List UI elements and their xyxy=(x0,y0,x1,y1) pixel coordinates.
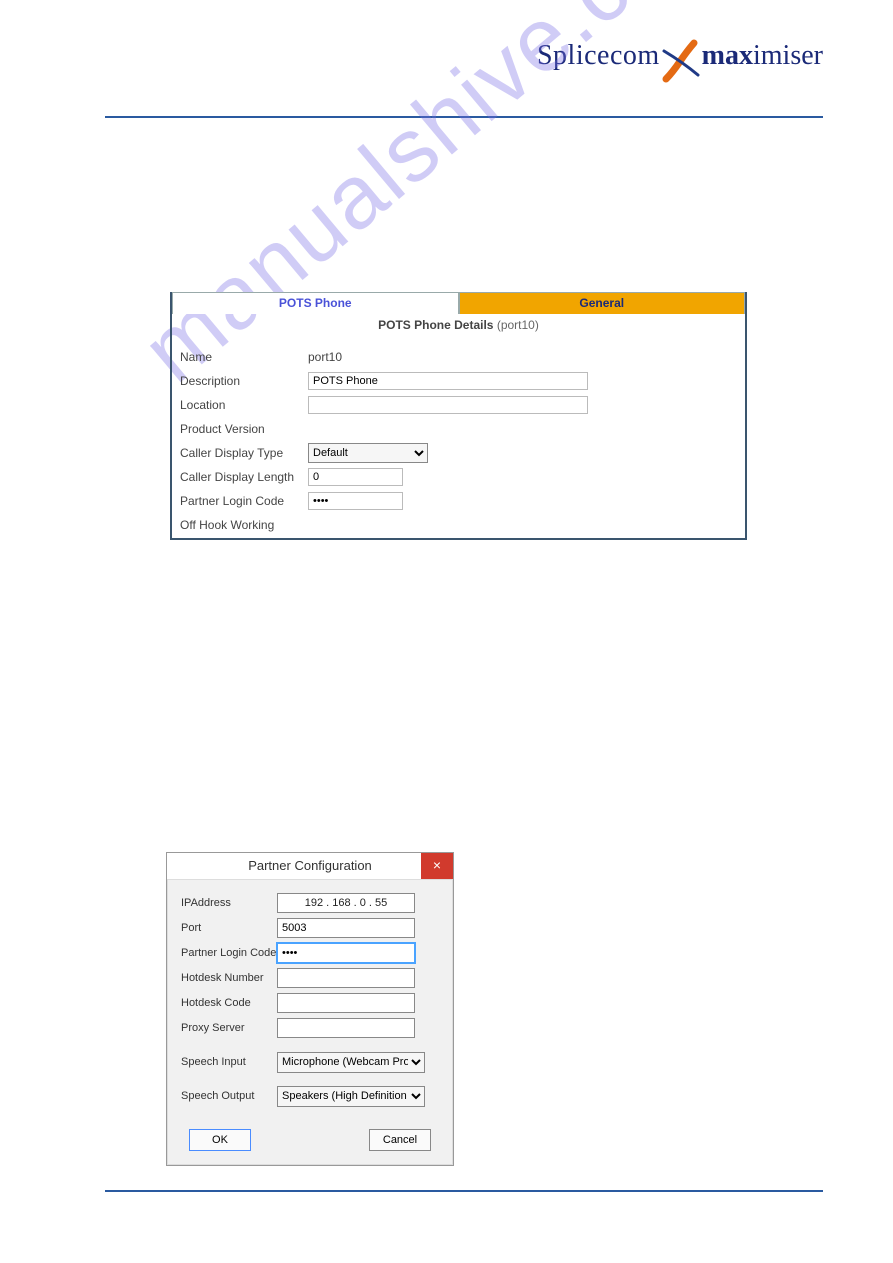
label-pc-partner-login-code: Partner Login Code xyxy=(181,947,277,959)
pots-title-main: POTS Phone Details xyxy=(378,318,493,332)
partner-login-code-input[interactable] xyxy=(308,492,403,510)
hotdesk-code-input[interactable] xyxy=(277,993,415,1013)
label-product-version: Product Version xyxy=(180,422,308,436)
label-caller-display-length: Caller Display Length xyxy=(180,470,308,484)
pots-title-suffix: (port10) xyxy=(497,318,539,332)
partner-config-title: Partner Configuration xyxy=(248,858,372,873)
partner-config-titlebar: Partner Configuration × xyxy=(167,853,453,880)
label-caller-display-type: Caller Display Type xyxy=(180,446,308,460)
brand-swoosh-icon xyxy=(662,45,700,83)
label-hotdesk-number: Hotdesk Number xyxy=(181,972,277,984)
partner-config-window: Partner Configuration × IPAddress 192 . … xyxy=(166,852,454,1166)
tab-general[interactable]: General xyxy=(459,292,746,314)
header-rule xyxy=(105,116,823,118)
ipaddress-input[interactable]: 192 . 168 . 0 . 55 xyxy=(277,893,415,913)
label-name: Name xyxy=(180,350,308,364)
label-ipaddress: IPAddress xyxy=(181,897,277,909)
brand-logo: Splicecom maximiser xyxy=(537,40,823,83)
pots-tabs: POTS Phone General xyxy=(172,292,745,314)
label-hotdesk-code: Hotdesk Code xyxy=(181,997,277,1009)
hotdesk-number-input[interactable] xyxy=(277,968,415,988)
label-speech-output: Speech Output xyxy=(181,1090,277,1102)
label-partner-login-code: Partner Login Code xyxy=(180,494,308,508)
footer-rule xyxy=(105,1190,823,1192)
pots-panel: POTS Phone General POTS Phone Details (p… xyxy=(170,292,747,540)
value-name: port10 xyxy=(308,350,342,364)
label-description: Description xyxy=(180,374,308,388)
proxy-server-input[interactable] xyxy=(277,1018,415,1038)
ok-button[interactable]: OK xyxy=(189,1129,251,1151)
caller-display-type-select[interactable]: Default xyxy=(308,443,428,463)
pc-partner-login-code-input[interactable] xyxy=(277,943,415,963)
close-icon: × xyxy=(433,857,441,873)
label-port: Port xyxy=(181,922,277,934)
page-header: Splicecom maximiser xyxy=(105,40,823,83)
speech-output-select[interactable]: Speakers (High Definition xyxy=(277,1086,425,1107)
close-button[interactable]: × xyxy=(421,853,453,879)
caller-display-length-input[interactable] xyxy=(308,468,403,486)
label-off-hook: Off Hook Working xyxy=(180,518,308,532)
brand-splice: Splicecom xyxy=(537,40,660,71)
label-location: Location xyxy=(180,398,308,412)
description-input[interactable] xyxy=(308,372,588,390)
tab-pots-phone[interactable]: POTS Phone xyxy=(172,292,459,314)
speech-input-select[interactable]: Microphone (Webcam Pro xyxy=(277,1052,425,1073)
label-speech-input: Speech Input xyxy=(181,1056,277,1068)
label-proxy-server: Proxy Server xyxy=(181,1022,277,1034)
brand-max: max xyxy=(702,40,753,71)
location-input[interactable] xyxy=(308,396,588,414)
pots-title: POTS Phone Details (port10) xyxy=(172,314,745,340)
cancel-button[interactable]: Cancel xyxy=(369,1129,431,1151)
port-input[interactable] xyxy=(277,918,415,938)
brand-imiser: imiser xyxy=(753,40,823,71)
